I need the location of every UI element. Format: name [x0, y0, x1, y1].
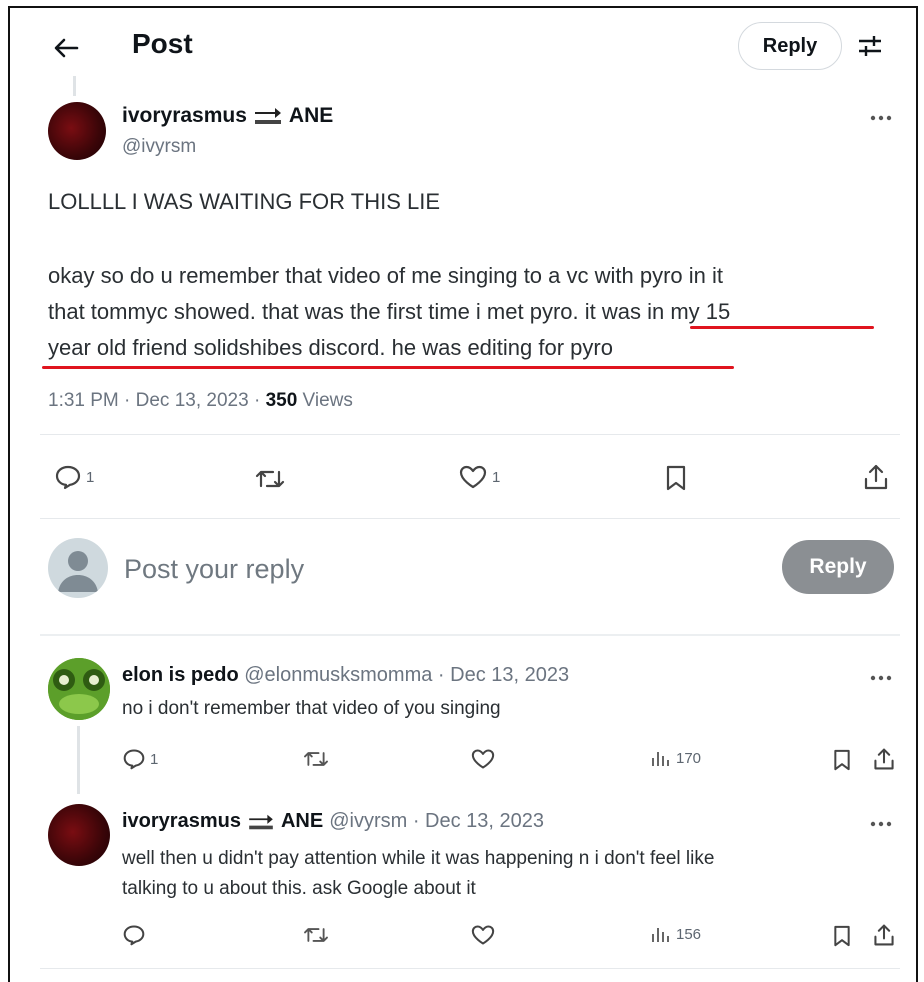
- comment-icon: [123, 749, 145, 770]
- reply-2-more-button[interactable]: [866, 814, 896, 834]
- comment-icon: [55, 465, 81, 490]
- bookmark-icon: [834, 749, 850, 771]
- thread-line: [77, 726, 80, 794]
- reply-1-share-action[interactable]: [872, 746, 896, 772]
- tweet-body-line-2: that tommyc showed. that was the first t…: [48, 294, 908, 330]
- header-divider: [73, 76, 76, 96]
- reply-2-display-name[interactable]: ivoryrasmus: [122, 810, 241, 833]
- tweet-body-line-2b: it was in my 15: [578, 299, 731, 324]
- author-handle[interactable]: @ivyrsm: [122, 136, 196, 158]
- views-label: Views: [297, 390, 353, 411]
- reply-2-bookmark-action[interactable]: [832, 924, 852, 948]
- bookmark-action[interactable]: [664, 464, 688, 492]
- tweet-body-line-2a: that tommyc showed. that was the first t…: [48, 299, 579, 324]
- time-text[interactable]: 1:31 PM · Dec 13, 2023 ·: [48, 390, 266, 411]
- repost-action[interactable]: [254, 466, 286, 492]
- analytics-icon: [652, 752, 669, 766]
- heart-icon: [471, 925, 495, 945]
- reply-1-views: 170: [676, 749, 702, 767]
- reply-1-reply-count: 1: [150, 750, 159, 768]
- avatar[interactable]: [48, 102, 106, 160]
- divider: [40, 968, 900, 969]
- reply-1-display-name[interactable]: elon is pedo: [122, 664, 239, 686]
- highlight-underline-2: [42, 366, 734, 369]
- author-name-row: ivoryrasmus ANE: [122, 104, 333, 128]
- reply-1-avatar[interactable]: [48, 658, 110, 720]
- more-dots-icon: [870, 675, 892, 681]
- header-reply-button[interactable]: Reply: [738, 22, 842, 70]
- reply-input[interactable]: Post your reply: [124, 554, 304, 585]
- tweet-headline: LOLLLL I WAS WAITING FOR THIS LIE: [48, 189, 441, 214]
- compose-avatar: [48, 538, 108, 598]
- reply-2-like-action[interactable]: [470, 924, 496, 946]
- soon-arrow-icon: [249, 814, 273, 829]
- reply-1-header: elon is pedo @elonmusksmomma · Dec 13, 2…: [122, 664, 569, 687]
- divider: [40, 434, 900, 435]
- analytics-icon: [652, 928, 669, 942]
- reply-count: 1: [86, 468, 95, 486]
- back-button[interactable]: [46, 28, 86, 68]
- reply-2-share-action[interactable]: [872, 922, 896, 948]
- highlight-underline-1: [690, 326, 874, 329]
- tweet-body: okay so do u remember that video of me s…: [48, 258, 908, 366]
- divider: [40, 518, 900, 519]
- like-action[interactable]: 1: [458, 464, 500, 490]
- reply-1-bookmark-action[interactable]: [832, 748, 852, 772]
- reply-2-repost-action[interactable]: [302, 924, 330, 946]
- sliders-icon: [859, 36, 881, 56]
- heart-icon: [459, 465, 487, 489]
- reply-2-views: 156: [676, 925, 702, 943]
- tweet-body-line-1: okay so do u remember that video of me s…: [48, 263, 723, 288]
- divider: [40, 634, 900, 636]
- reply-1-more-button[interactable]: [866, 668, 896, 688]
- reply-1-meta[interactable]: @elonmusksmomma · Dec 13, 2023: [244, 664, 569, 686]
- tweet-timestamp: 1:31 PM · Dec 13, 2023 · 350 Views: [48, 390, 353, 412]
- reply-2-text-line-2: talking to u about this. ask Google abou…: [122, 878, 476, 899]
- more-options-button[interactable]: [866, 108, 896, 128]
- share-icon: [874, 748, 894, 770]
- comment-icon: [123, 925, 145, 946]
- default-user-icon: [58, 551, 98, 592]
- reply-1-like-action[interactable]: [470, 748, 496, 770]
- share-icon: [864, 464, 888, 490]
- compose-reply-button[interactable]: Reply: [782, 540, 894, 594]
- bookmark-icon: [834, 925, 850, 947]
- display-name-suffix: ANE: [288, 104, 334, 127]
- settings-sliders-button[interactable]: [852, 28, 888, 64]
- share-action[interactable]: [862, 462, 890, 492]
- reply-1-text: no i don't remember that video of you si…: [122, 698, 501, 719]
- reply-1-reply-action[interactable]: 1: [122, 748, 158, 770]
- reply-1-views-action[interactable]: 170: [650, 748, 701, 768]
- reply-2-views-action[interactable]: 156: [650, 924, 701, 944]
- tweet-body-line-3: year old friend solidshibes discord. he …: [48, 335, 613, 360]
- views-count: 350: [265, 390, 298, 411]
- arrow-left-icon: [54, 38, 79, 58]
- repost-icon: [304, 752, 328, 766]
- like-count: 1: [492, 468, 501, 486]
- reply-2-name-suffix: ANE: [280, 810, 324, 832]
- repost-icon: [255, 470, 285, 488]
- heart-icon: [471, 749, 495, 769]
- reply-2-header: ivoryrasmus ANE @ivyrsm · Dec 13, 2023: [122, 810, 544, 833]
- reply-1-repost-action[interactable]: [302, 748, 330, 770]
- reply-2-reply-action[interactable]: [122, 924, 146, 946]
- bookmark-icon: [666, 465, 686, 491]
- reply-2-text: well then u didn't pay attention while i…: [122, 844, 714, 904]
- share-icon: [874, 924, 894, 946]
- page-title: Post: [132, 28, 193, 59]
- reply-2-text-line-1: well then u didn't pay attention while i…: [122, 848, 715, 869]
- more-dots-icon: [870, 115, 892, 121]
- reply-action[interactable]: 1: [54, 464, 94, 490]
- display-name[interactable]: ivoryrasmus: [122, 104, 247, 128]
- reply-2-meta[interactable]: @ivyrsm · Dec 13, 2023: [329, 810, 544, 833]
- post-screen: Post Reply ivoryrasmus ANE @ivyrsm LOLLL…: [8, 6, 918, 982]
- soon-arrow-icon: [254, 108, 281, 124]
- repost-icon: [304, 928, 328, 942]
- frog-avatar-icon: [48, 658, 110, 720]
- more-dots-icon: [870, 821, 892, 827]
- reply-2-avatar[interactable]: [48, 804, 110, 866]
